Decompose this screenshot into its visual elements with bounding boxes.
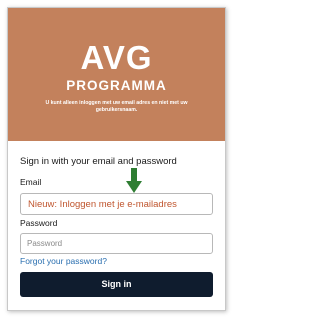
login-notice: U kunt alleen inloggen met uw email adre… (45, 100, 188, 113)
login-card: AVG PROGRAMMA U kunt alleen inloggen met… (7, 7, 226, 311)
password-field[interactable]: Password (20, 233, 213, 254)
email-field[interactable]: Nieuw: Inloggen met je e-mailadres (20, 193, 213, 215)
email-field-value: Nieuw: Inloggen met je e-mailadres (28, 199, 177, 210)
email-label: Email (20, 177, 42, 187)
logo-programma: PROGRAMMA (66, 78, 167, 93)
password-label: Password (20, 218, 58, 228)
arrow-down-icon (126, 168, 142, 193)
logo-avg: AVG (80, 39, 153, 76)
form-heading: Sign in with your email and password (20, 156, 177, 167)
sign-in-button[interactable]: Sign in (20, 272, 213, 297)
password-placeholder: Password (27, 239, 63, 248)
brand-banner: AVG PROGRAMMA U kunt alleen inloggen met… (8, 8, 225, 141)
forgot-password-link[interactable]: Forgot your password? (20, 256, 107, 266)
